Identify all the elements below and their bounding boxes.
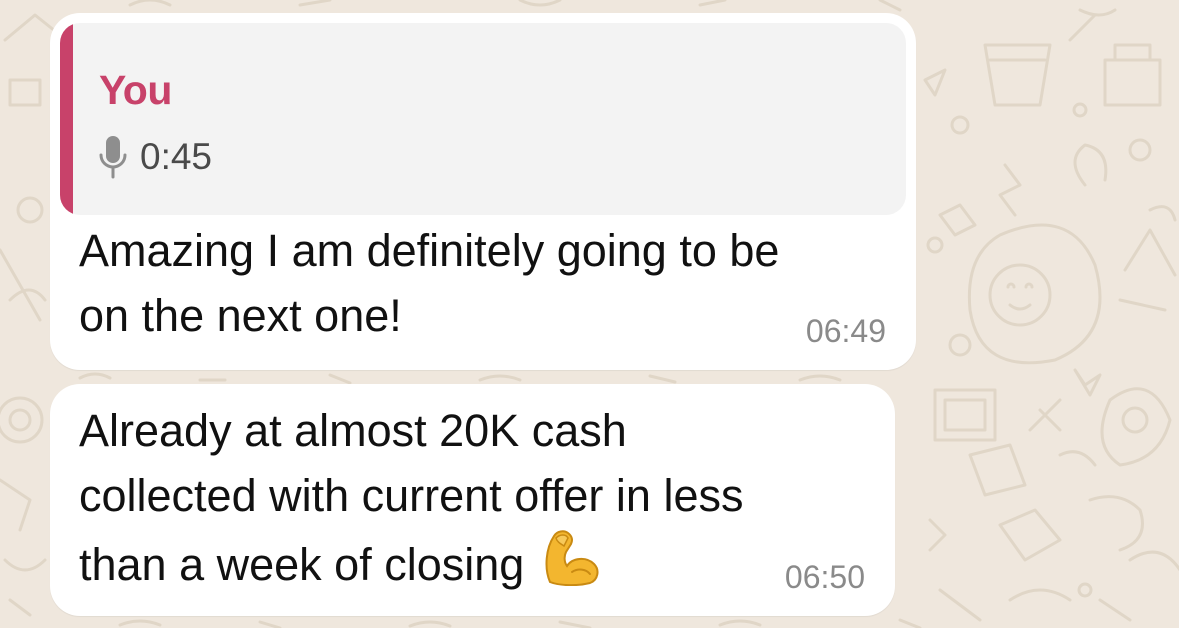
quoted-voice-note: 0:45 xyxy=(98,133,212,181)
quote-author: You xyxy=(99,67,172,113)
message-timestamp: 06:49 xyxy=(805,313,886,349)
message-bubble[interactable]: Already at almost 20K cash collected wit… xyxy=(50,384,895,616)
message-text-content: Already at almost 20K cash collected wit… xyxy=(79,405,744,590)
message-timestamp: 06:50 xyxy=(784,559,865,595)
message-bubble[interactable]: You 0:45 Amazing I am definitely going t… xyxy=(50,13,916,370)
quoted-reply[interactable]: You 0:45 xyxy=(60,23,906,215)
voice-note-duration: 0:45 xyxy=(140,136,213,177)
microphone-icon xyxy=(99,136,127,179)
flexed-biceps-emoji xyxy=(545,530,599,586)
message-text: Amazing I am definitely going to be on t… xyxy=(79,225,780,341)
quote-accent-bar xyxy=(60,23,73,215)
message-text: Already at almost 20K cash collected wit… xyxy=(79,398,743,597)
